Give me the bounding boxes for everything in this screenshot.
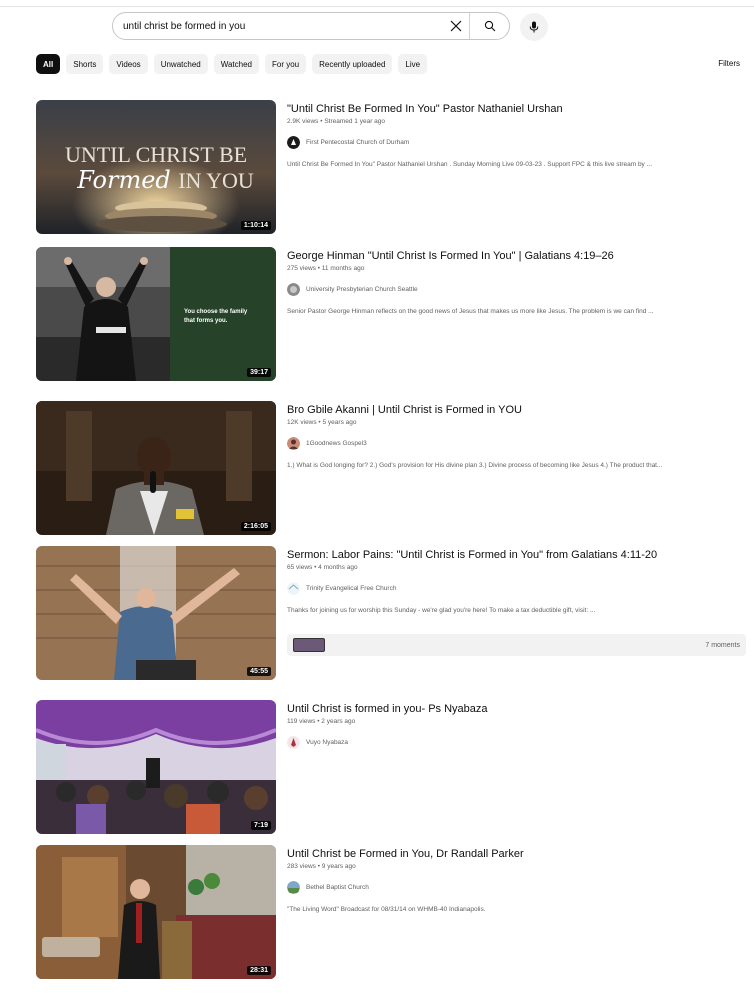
- mic-icon: [529, 21, 539, 33]
- channel-avatar: [287, 582, 300, 595]
- chip-recently-uploaded[interactable]: Recently uploaded: [312, 54, 393, 74]
- key-moments-bar: 7 moments: [287, 634, 746, 656]
- video-description: 1.) What is God longing for? 2.) God's p…: [287, 462, 663, 469]
- thumbnail-text: You choose the family: [184, 309, 248, 315]
- video-stats: 65 views • 4 months ago: [287, 564, 358, 571]
- channel-name: 1Goodnews Gospel3: [306, 440, 367, 447]
- channel-avatar: [287, 283, 300, 296]
- channel-name: Bethel Baptist Church: [306, 884, 369, 891]
- video-result: 28:31 Until Christ be Formed in You, Dr …: [36, 845, 746, 979]
- filter-chips: All Shorts Videos Unwatched Watched For …: [36, 54, 428, 74]
- channel-link[interactable]: Bethel Baptist Church: [287, 881, 747, 894]
- channel-link[interactable]: University Presbyterian Church Seattle: [287, 283, 747, 296]
- video-stats: 283 views • 9 years ago: [287, 863, 356, 870]
- channel-link[interactable]: 1Goodnews Gospel3: [287, 437, 747, 450]
- chip-for-you[interactable]: For you: [265, 54, 307, 74]
- video-result: 2:16:05 Bro Gbile Akanni | Until Christ …: [36, 401, 746, 535]
- search-button[interactable]: [469, 13, 509, 39]
- video-result: 7:19 Until Christ is formed in you- Ps N…: [36, 700, 746, 834]
- video-thumbnail[interactable]: 28:31: [36, 845, 276, 979]
- filters-button[interactable]: Filters: [718, 59, 740, 68]
- video-description: Senior Pastor George Hinman reflects on …: [287, 308, 654, 315]
- video-stats: 2.9K views • Streamed 1 year ago: [287, 118, 386, 125]
- video-thumbnail[interactable]: 2:16:05: [36, 401, 276, 535]
- video-description: Thanks for joining us for worship this S…: [287, 607, 596, 614]
- video-duration: 28:31: [247, 966, 271, 975]
- video-title[interactable]: Bro Gbile Akanni | Until Christ is Forme…: [287, 403, 747, 417]
- chip-live[interactable]: Live: [398, 54, 428, 74]
- video-thumbnail[interactable]: UNTIL CHRIST BE Formed IN YOU 1:10:14: [36, 100, 276, 234]
- channel-avatar: [287, 736, 300, 749]
- video-duration: 39:17: [247, 368, 271, 377]
- chip-watched[interactable]: Watched: [213, 54, 259, 74]
- chip-unwatched[interactable]: Unwatched: [153, 54, 208, 74]
- channel-link[interactable]: Vuyo Nyabaza: [287, 736, 747, 749]
- search-icon: [484, 20, 495, 32]
- channel-name: Vuyo Nyabaza: [306, 739, 349, 746]
- thumbnail-text: UNTIL CHRIST BE: [65, 142, 247, 167]
- video-stats: 275 views • 11 months ago: [287, 265, 365, 272]
- chip-videos[interactable]: Videos: [109, 54, 148, 74]
- channel-avatar: [287, 136, 300, 149]
- channel-name: University Presbyterian Church Seattle: [306, 286, 418, 293]
- search-bar: [112, 12, 510, 40]
- video-result: 45:55 Sermon: Labor Pains: "Until Christ…: [36, 546, 746, 680]
- channel-avatar: [287, 881, 300, 894]
- channel-link[interactable]: First Pentecostal Church of Durham: [287, 136, 747, 149]
- video-result: You choose the family that forms you. 39…: [36, 247, 746, 381]
- video-stats: 12K views • 5 years ago: [287, 419, 357, 426]
- channel-name: Trinity Evangelical Free Church: [306, 585, 397, 592]
- video-description: Until Christ Be Formed In You" Pastor Na…: [287, 161, 653, 168]
- thumbnail-text: Formed: [76, 166, 171, 194]
- close-icon: [450, 20, 462, 32]
- moment-thumbnail[interactable]: [293, 638, 325, 652]
- search-input[interactable]: [113, 13, 443, 39]
- video-thumbnail[interactable]: 7:19: [36, 700, 276, 834]
- video-stats: 119 views • 2 years ago: [287, 718, 356, 725]
- video-title[interactable]: Sermon: Labor Pains: "Until Christ is Fo…: [287, 548, 747, 562]
- video-duration: 7:19: [250, 821, 271, 830]
- clear-search-button[interactable]: [443, 13, 469, 39]
- channel-avatar: [287, 437, 300, 450]
- moments-count[interactable]: 7 moments: [705, 642, 740, 649]
- chip-shorts[interactable]: Shorts: [66, 54, 104, 74]
- video-thumbnail[interactable]: You choose the family that forms you. 39…: [36, 247, 276, 381]
- thumbnail-text: that forms you.: [184, 318, 228, 324]
- video-title[interactable]: Until Christ is formed in you- Ps Nyabaz…: [287, 702, 747, 716]
- chip-all[interactable]: All: [36, 54, 61, 74]
- video-title[interactable]: George Hinman "Until Christ Is Formed In…: [287, 249, 747, 263]
- video-result: UNTIL CHRIST BE Formed IN YOU 1:10:14 "U…: [36, 100, 746, 234]
- video-title[interactable]: Until Christ be Formed in You, Dr Randal…: [287, 847, 747, 861]
- video-thumbnail[interactable]: 45:55: [36, 546, 276, 680]
- channel-name: First Pentecostal Church of Durham: [306, 139, 410, 146]
- video-title[interactable]: "Until Christ Be Formed In You" Pastor N…: [287, 102, 747, 116]
- channel-link[interactable]: Trinity Evangelical Free Church: [287, 582, 747, 595]
- top-divider: [0, 6, 754, 7]
- video-duration: 2:16:05: [240, 522, 271, 531]
- thumbnail-text: IN YOU: [178, 168, 254, 193]
- video-duration: 1:10:14: [240, 221, 271, 230]
- voice-search-button[interactable]: [520, 13, 548, 41]
- video-duration: 45:55: [247, 667, 271, 676]
- video-description: "The Living Word" Broadcast for 08/31/14…: [287, 906, 486, 913]
